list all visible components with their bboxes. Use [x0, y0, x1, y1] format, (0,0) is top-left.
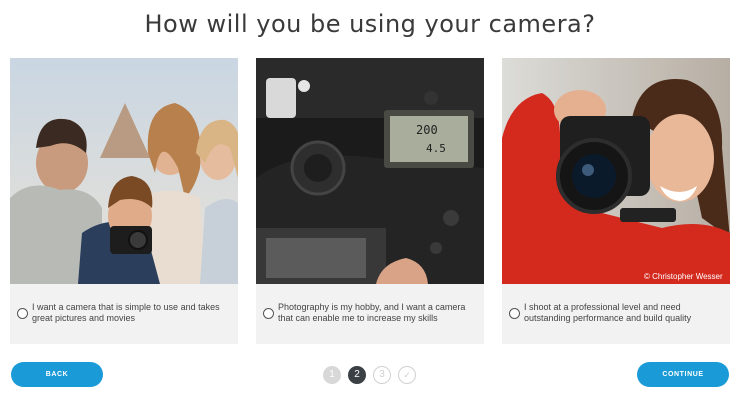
radio-simple[interactable]: [17, 308, 28, 319]
photo-credit: © Christopher Wesser: [644, 272, 723, 281]
page-title: How will you be using your camera?: [144, 10, 596, 38]
dslr-photo[interactable]: 200 4.5: [256, 58, 484, 284]
radio-hobby[interactable]: [263, 308, 274, 319]
family-photo[interactable]: [10, 58, 238, 284]
option-simple[interactable]: I want a camera that is simple to use an…: [10, 284, 238, 344]
radio-professional[interactable]: [509, 308, 520, 319]
woman-camera-photo[interactable]: © Christopher Wesser: [502, 58, 730, 284]
option-simple-label: I want a camera that is simple to use an…: [32, 302, 220, 323]
step-3: 3: [373, 366, 391, 384]
option-card-professional[interactable]: © Christopher Wesser I shoot at a profes…: [502, 58, 730, 344]
option-hobby-label: Photography is my hobby, and I want a ca…: [278, 302, 466, 323]
continue-button[interactable]: CONTINUE: [637, 362, 729, 387]
svg-text:4.5: 4.5: [426, 142, 446, 155]
svg-text:200: 200: [416, 123, 438, 137]
step-2-current: 2: [348, 366, 366, 384]
option-card-simple[interactable]: I want a camera that is simple to use an…: [10, 58, 238, 344]
option-card-hobby[interactable]: 200 4.5 Photography is my hobby, and I w…: [256, 58, 484, 344]
option-professional[interactable]: I shoot at a professional level and need…: [502, 284, 730, 344]
option-hobby[interactable]: Photography is my hobby, and I want a ca…: [256, 284, 484, 344]
step-1: 1: [323, 366, 341, 384]
option-professional-label: I shoot at a professional level and need…: [524, 302, 692, 323]
step-complete-check-icon: ✓: [398, 366, 416, 384]
back-button[interactable]: BACK: [11, 362, 103, 387]
